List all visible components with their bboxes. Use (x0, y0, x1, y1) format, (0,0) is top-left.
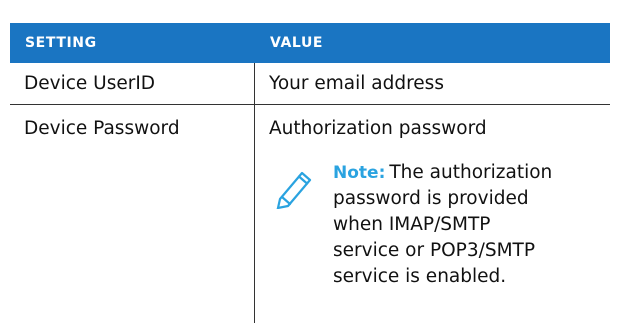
value-cell: Authorization password (269, 118, 487, 139)
note-line: when IMAP/SMTP (333, 214, 491, 235)
note-block: Note: The authorization password is provi… (333, 160, 608, 290)
note-line: service or POP3/SMTP (333, 240, 535, 261)
row-divider (10, 104, 610, 105)
column-divider (254, 63, 255, 323)
note-line: service is enabled. (333, 266, 507, 287)
value-cell: Your email address (269, 73, 444, 94)
note-line: Note: The authorization (333, 160, 608, 186)
table-row: Device UserID Your email address (10, 64, 610, 104)
setting-cell: Device Password (24, 118, 180, 139)
pencil-icon (272, 163, 316, 212)
note-text: The authorization (389, 162, 553, 183)
note-label: Note: (333, 163, 386, 183)
header-value: VALUE (270, 35, 324, 51)
table-header: SETTING VALUE (10, 23, 610, 63)
note-line: password is provided (333, 188, 529, 209)
setting-cell: Device UserID (24, 73, 156, 94)
header-setting: SETTING (25, 35, 97, 51)
